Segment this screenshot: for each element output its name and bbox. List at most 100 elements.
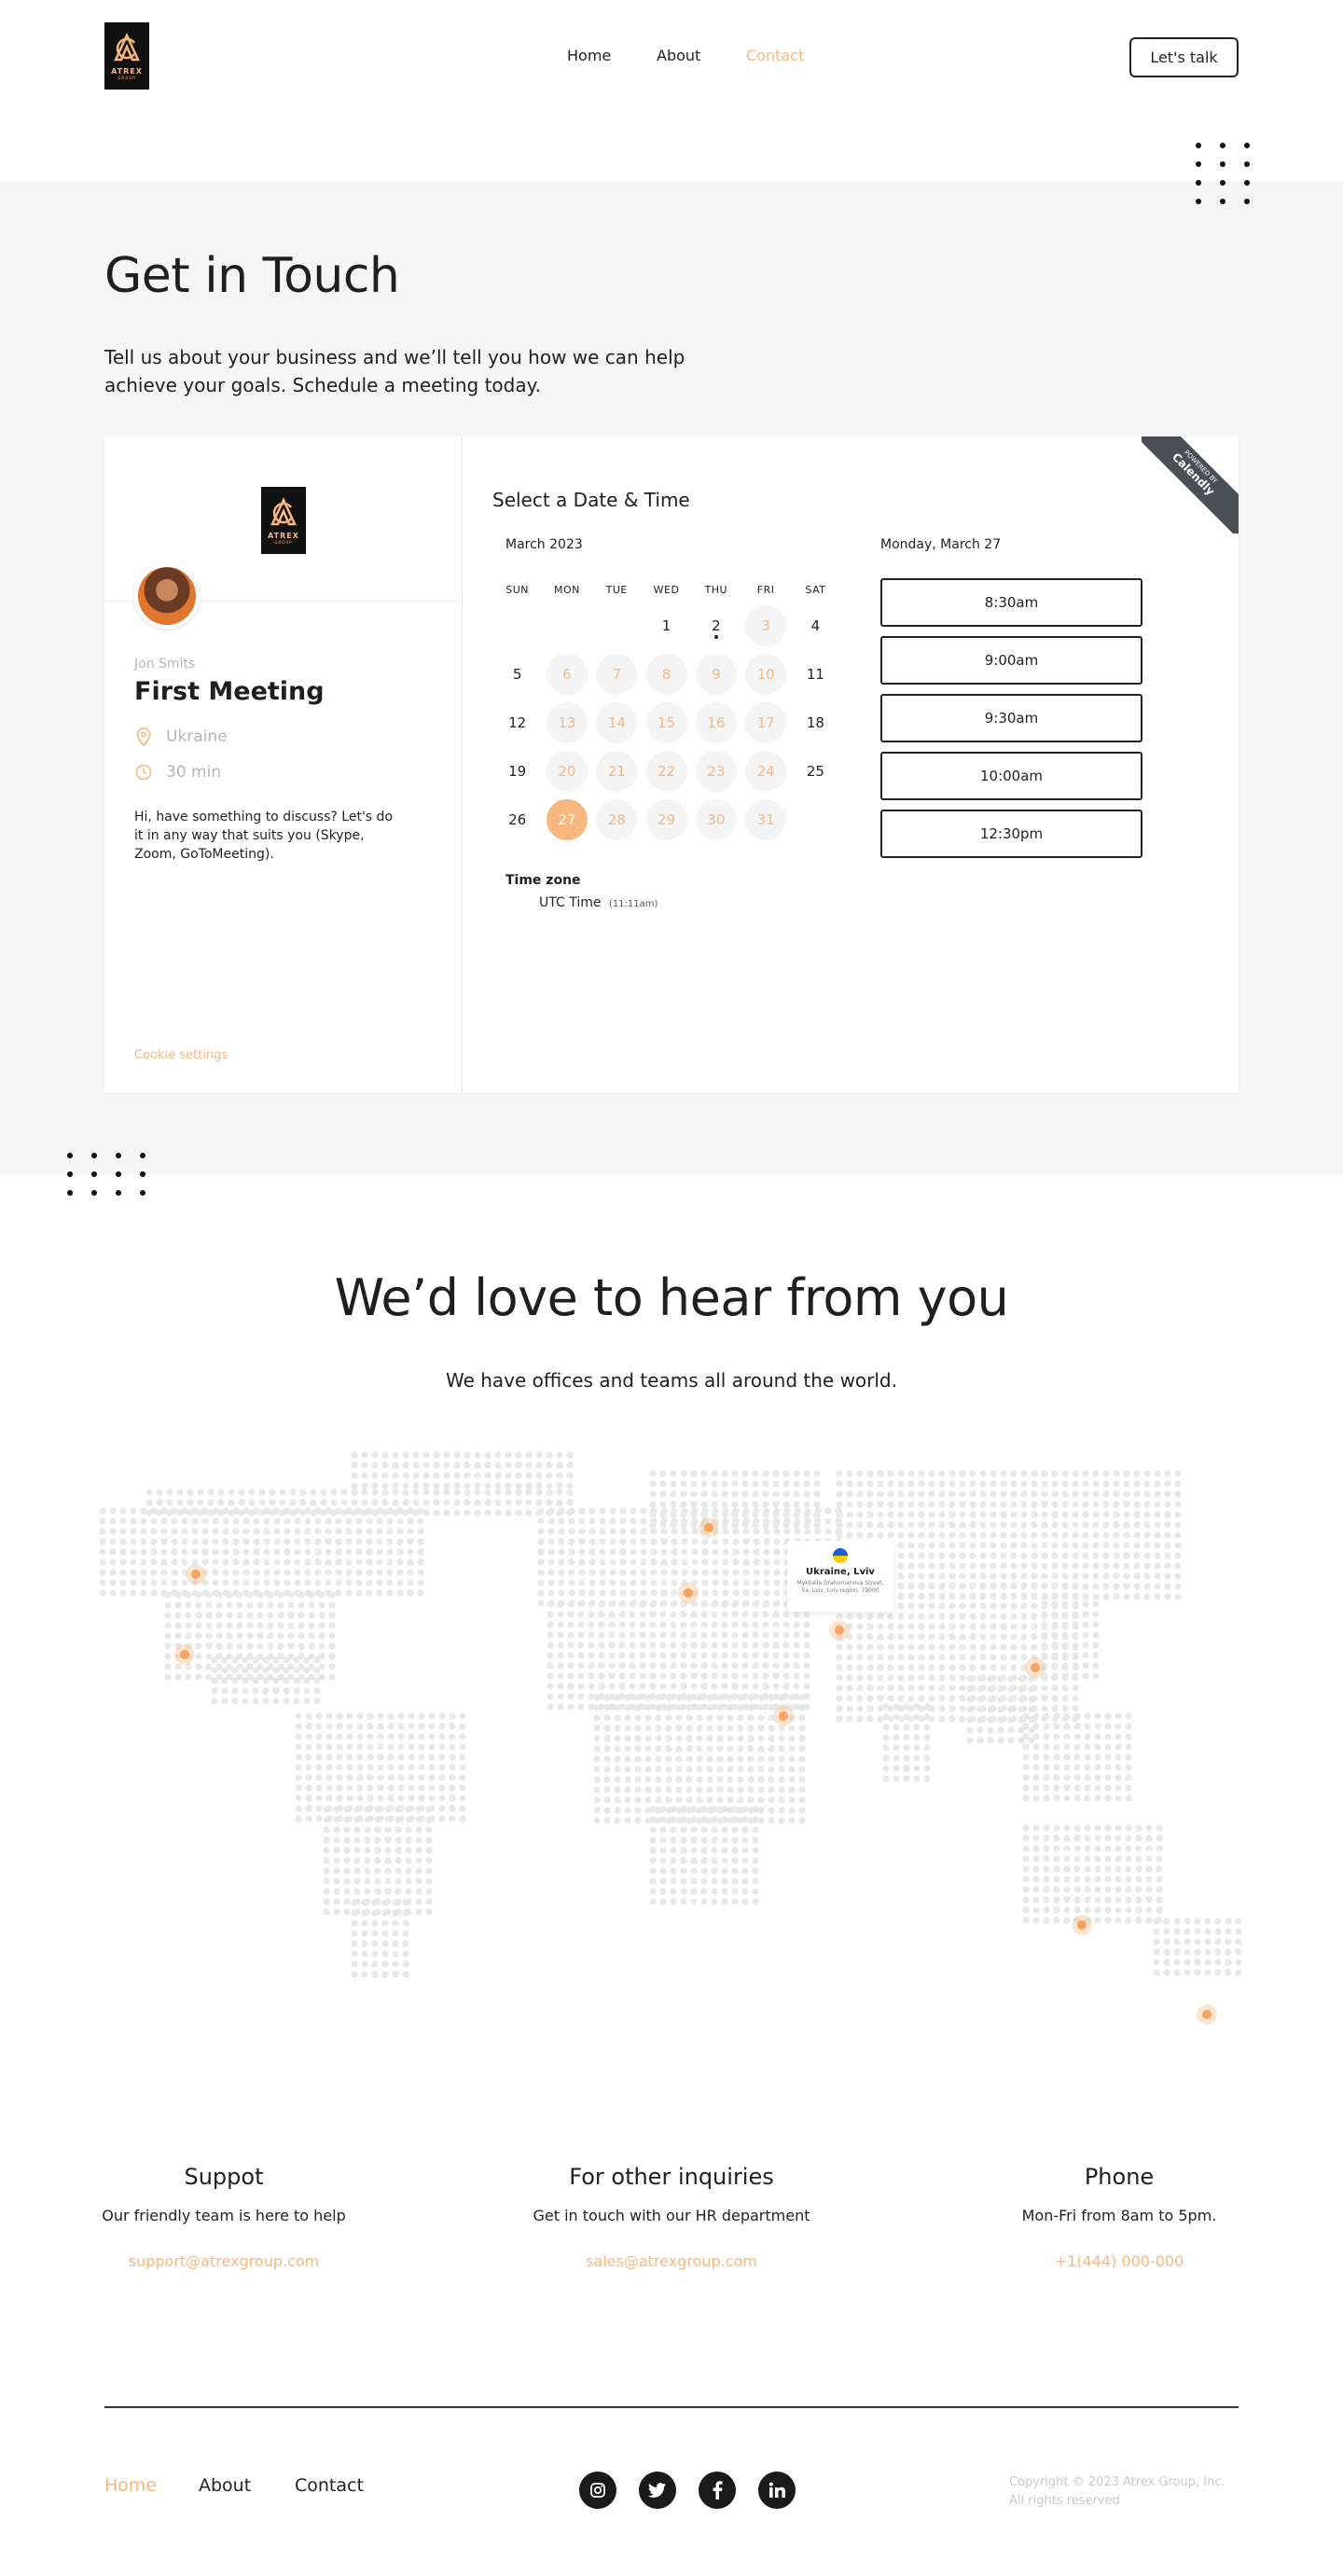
footer-nav-home[interactable]: Home [104,2475,157,2496]
time-slot[interactable]: 10:00am [880,752,1142,800]
calendar-day[interactable]: 22 [642,747,691,796]
calendar-day[interactable]: 29 [642,796,691,844]
event-duration: 30 min [134,763,221,782]
logo-brand: ATREX [268,532,299,540]
logo-mark-icon [270,497,297,526]
support-contact: Suppot Our friendly team is here to help… [84,2164,364,2270]
timezone-selector[interactable]: UTC Time (11:11am) [539,895,658,910]
cookie-settings-link[interactable]: Cookie settings [134,1048,228,1062]
office-marker-dot [835,1626,844,1635]
phone-contact: Phone Mon-Fri from 8am to 5pm. +1(444) 0… [979,2164,1259,2270]
logo-sub: GROUP [118,76,136,80]
calendar-day: 4 [810,617,821,634]
powered-by-ribbon[interactable]: POWERED BY Calendly [1142,436,1239,533]
calendar-day[interactable]: 30 [691,796,741,844]
calendar-day: 18 [806,714,824,731]
location-pin-icon [134,727,153,746]
calendar-weekdays: SUN MON TUE WED THU FRI SAT [492,584,840,596]
calendar-day[interactable]: 8 [642,650,691,699]
calendar-day[interactable]: 28 [592,796,642,844]
nav-contact[interactable]: Contact [746,47,804,64]
logo[interactable]: ATREX GROUP [104,22,149,90]
calendar-day[interactable]: 16 [691,699,741,747]
calendar-day: 12 [508,714,527,731]
event-title: First Meeting [134,677,325,706]
footer-nav-contact[interactable]: Contact [295,2475,364,2496]
page: ATREX GROUP Home About Contact Let's tal… [0,0,1343,2576]
calendar-day[interactable]: 21 [592,747,642,796]
nav-home[interactable]: Home [567,47,611,64]
decorative-dots [1196,143,1250,204]
section-subtitle: We have offices and teams all around the… [445,1369,897,1392]
contact-title: Phone [1084,2164,1155,2190]
calendar-day[interactable]: 23 [691,747,741,796]
event-location: Ukraine [134,727,228,746]
calendar-day: 25 [806,763,824,780]
nav-about[interactable]: About [657,47,700,64]
office-tooltip: Ukraine, Lviv Mykhaila Drahomanova Stree… [787,1541,893,1612]
calendar-day[interactable]: 24 [741,747,790,796]
calendar-month: March 2023 [505,537,583,552]
office-city: Ukraine, Lviv [806,1567,875,1577]
calendar-day[interactable]: 3 [741,602,790,650]
time-slot[interactable]: 9:30am [880,694,1142,742]
world-map-dots [99,1451,1242,2025]
timezone-label: Time zone [505,873,581,888]
calendar-day[interactable]: 10 [741,650,790,699]
calendly-widget: ATREX GROUP Jon Smits First Meeting Ukra… [104,436,1239,1093]
calendar-day-selected[interactable]: 27 [542,796,591,844]
calendar-day[interactable]: 20 [542,747,591,796]
footer-nav-about[interactable]: About [199,2475,251,2496]
logo-mark-icon [114,33,140,62]
calendar: SUN MON TUE WED THU FRI SAT 1 2 3 4 5 6 7 8 9 10 11 12 13 1… [492,584,840,844]
time-slot[interactable]: 9:00am [880,636,1142,685]
weekday-label: MON [554,584,580,596]
calendar-day[interactable]: 17 [741,699,790,747]
office-address: Mykhaila Drahomanova Street, 5a, Lviv, L… [796,1580,884,1594]
calendar-day[interactable]: 7 [592,650,642,699]
timezone-value: UTC Time [539,895,602,910]
date-time-panel: Select a Date & Time March 2023 SUN MON TU… [463,436,1239,1093]
calendar-day: 2 [691,602,741,650]
avatar [134,563,200,629]
header: ATREX GROUP Home About Contact Let's tal… [0,0,1343,181]
office-marker-dot [191,1570,201,1579]
weekday-label: SUN [505,584,530,596]
office-marker-dot [779,1711,788,1721]
calendar-day[interactable]: 15 [642,699,691,747]
support-email-link[interactable]: support@atrexgroup.com [84,2252,364,2270]
office-marker-dot [1031,1663,1040,1672]
time-slot[interactable]: 12:30pm [880,810,1142,858]
calendar-day[interactable]: 14 [592,699,642,747]
calendar-days: 1 2 3 4 5 6 7 8 9 10 11 12 13 14 15 16 17 18 19 20 21 22 23 24 2… [492,602,840,844]
office-marker-dot [1077,1920,1087,1930]
calendar-day[interactable]: 13 [542,699,591,747]
calendar-day[interactable]: 6 [542,650,591,699]
calendar-day[interactable]: 9 [691,650,741,699]
lets-talk-button[interactable]: Let's talk [1129,37,1239,77]
section-title: We’d love to hear from you [334,1268,1009,1327]
calendar-day[interactable]: 31 [741,796,790,844]
selected-day-label: Monday, March 27 [880,537,1002,552]
logo-brand: ATREX [111,67,143,76]
copyright-line: Copyright © 2023 Atrex Group, Inc. [1009,2475,1225,2489]
calendar-day: 11 [806,666,824,683]
linkedin-icon[interactable] [758,2472,796,2509]
twitter-icon[interactable] [639,2472,676,2509]
contact-desc: Our friendly team is here to help [102,2207,346,2224]
social-links [579,2472,796,2509]
instagram-icon[interactable] [579,2472,616,2509]
weekday-label: SAT [805,584,826,596]
duration-text: 30 min [166,763,222,782]
facebook-icon[interactable] [699,2472,736,2509]
phone-link[interactable]: +1(444) 000-000 [979,2252,1259,2270]
office-marker-dot [704,1523,713,1532]
weekday-label: THU [704,584,728,596]
logo-sub: GROUP [274,540,293,545]
time-slot[interactable]: 8:30am [880,578,1142,627]
calendar-empty-cell [542,602,591,650]
sales-email-link[interactable]: sales@atrexgroup.com [532,2252,811,2270]
rights-line: All rights reserved [1009,2494,1120,2508]
get-in-touch-section: Get in Touch Tell us about your business… [0,181,1343,1175]
timezone-time: (11:11am) [608,899,658,909]
